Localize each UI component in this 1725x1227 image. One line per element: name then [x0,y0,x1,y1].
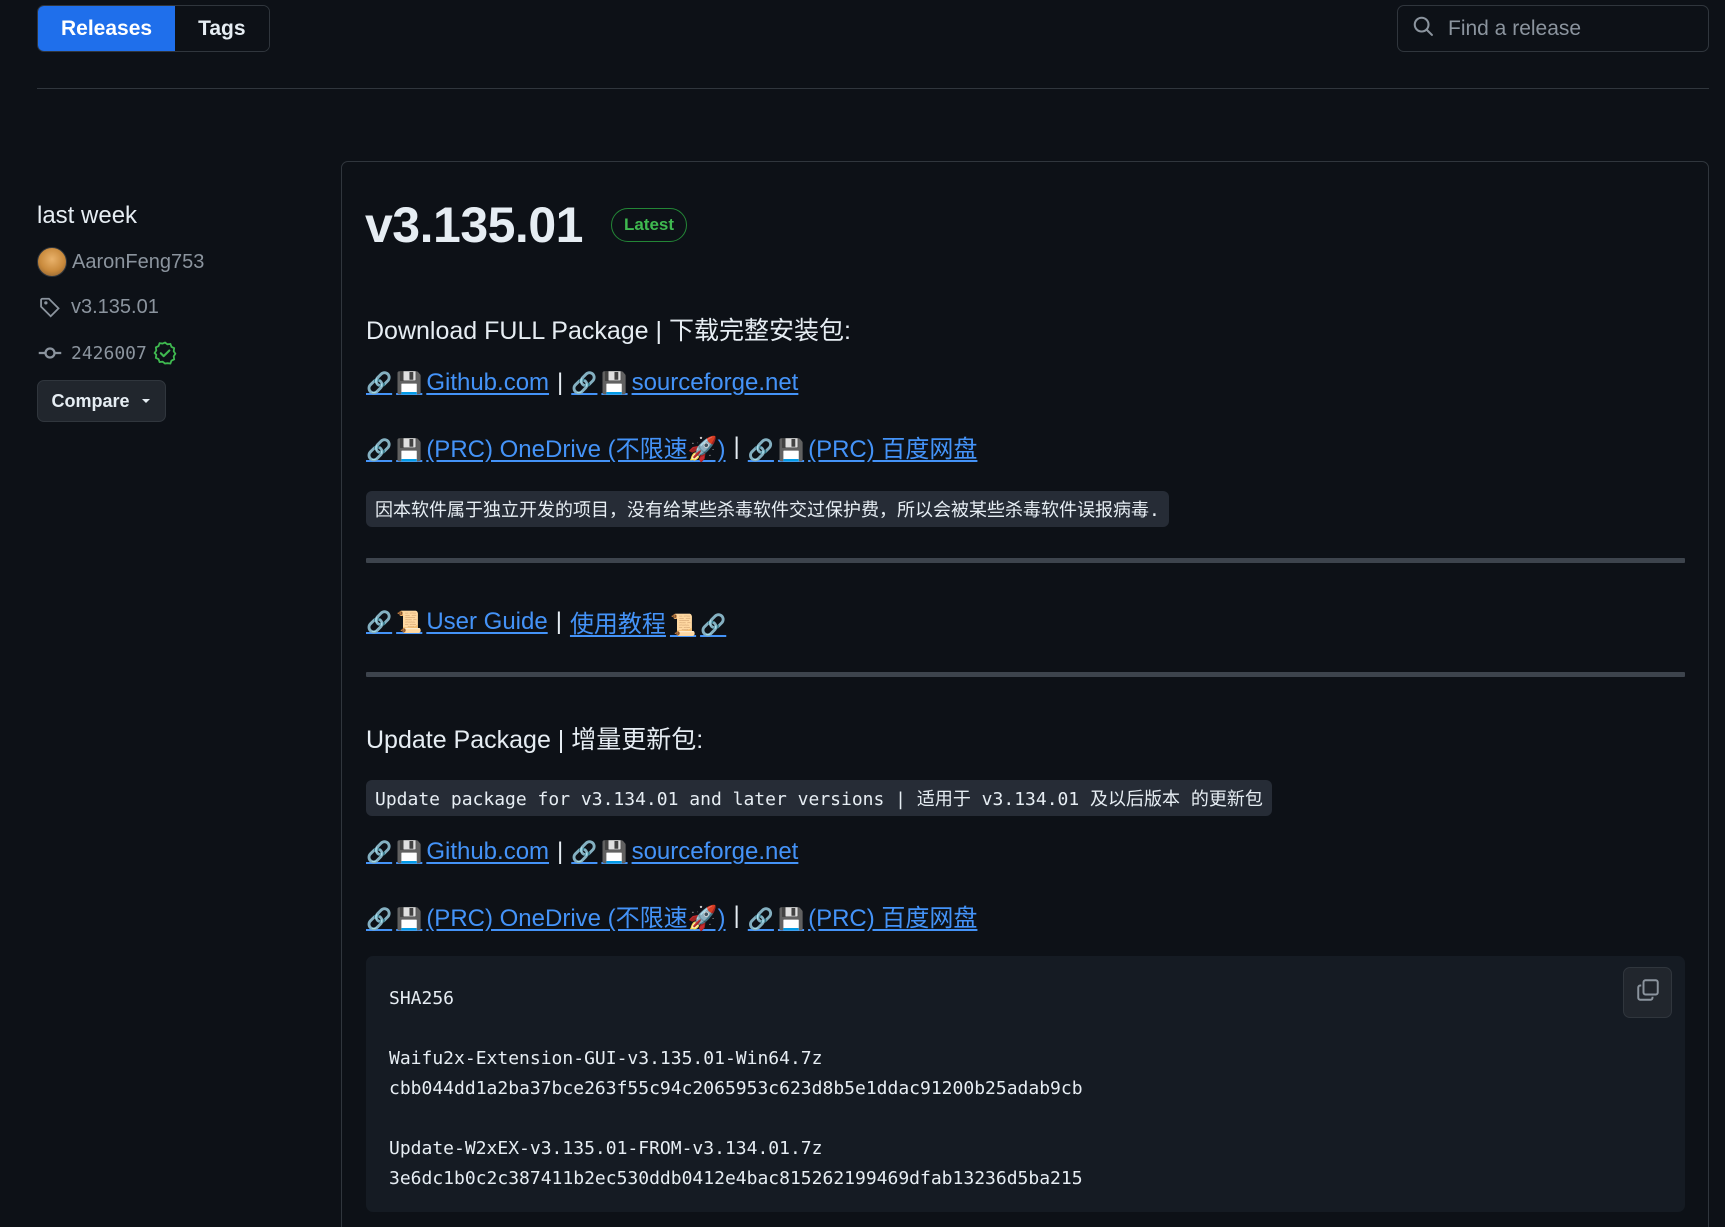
baidu-full-link[interactable]: 🔗 💾 (PRC) 百度网盘 [748,429,978,464]
tab-tags[interactable]: Tags [175,6,269,51]
copy-button[interactable] [1623,967,1672,1018]
search-icon [1412,15,1434,42]
separator: | [557,838,564,865]
floppy-disk-icon: 💾 [396,840,423,864]
author-row[interactable]: AaronFeng753 [37,247,204,277]
release-search[interactable] [1397,5,1709,52]
link-icon: 🔗 [571,371,598,395]
verified-check-icon[interactable] [153,341,177,365]
separator: | [733,901,740,929]
commit-row[interactable]: 2426007 [37,340,177,366]
tag-name[interactable]: v3.135.01 [71,296,159,319]
compare-label: Compare [51,390,130,411]
link-icon: 🔗 [366,438,393,462]
tag-icon [37,294,63,320]
link-icon: 🔗 [700,613,727,637]
link-icon: 🔗 [747,438,774,462]
tutorial-label: 使用教程 [569,611,666,638]
tag-row[interactable]: v3.135.01 [37,294,159,320]
scroll-icon: 📜 [396,609,423,634]
user-guide-link[interactable]: 🔗 📜 User Guide [366,608,548,636]
floppy-disk-icon: 💾 [777,438,805,462]
floppy-disk-icon: 💾 [777,907,805,931]
full-links-row-2: 🔗 💾 (PRC) OneDrive (不限速🚀) | 🔗 💾 (PRC) 百度网盘 [366,429,977,464]
scroll-icon: 📜 [669,613,697,637]
release-tabs: Releases Tags [37,5,270,52]
search-input[interactable] [1448,16,1688,41]
sourceforge-link-label: sourceforge.net [631,369,799,396]
sourceforge-update-link[interactable]: 🔗 💾 sourceforge.net [571,838,798,866]
link-icon: 🔗 [366,371,393,395]
commit-hash[interactable]: 2426007 [71,343,147,364]
update-package-heading: Update Package | 增量更新包: [366,726,704,754]
separator: | [555,607,562,635]
update-links-row-2: 🔗 💾 (PRC) OneDrive (不限速🚀) | 🔗 💾 (PRC) 百度网盘 [366,898,977,933]
link-icon: 🔗 [366,840,393,864]
horizontal-rule [366,558,1685,563]
latest-badge: Latest [610,208,688,242]
avatar [37,247,67,277]
update-links-row-1: 🔗 💾 Github.com | 🔗 💾 sourceforge.net [366,838,798,866]
baidu-link-label: (PRC) 百度网盘 [808,905,978,932]
github-link-label: Github.com [426,369,550,396]
onedrive-update-link[interactable]: 🔗 💾 (PRC) OneDrive (不限速🚀) [366,898,726,933]
onedrive-full-link[interactable]: 🔗 💾 (PRC) OneDrive (不限速🚀) [366,429,726,464]
onedrive-link-label: (PRC) OneDrive (不限速🚀) [426,905,726,932]
onedrive-link-label: (PRC) OneDrive (不限速🚀) [426,436,726,463]
separator: | [733,432,740,460]
github-link-label: Github.com [426,838,550,865]
baidu-link-label: (PRC) 百度网盘 [808,436,978,463]
update-note: Update package for v3.134.01 and later v… [366,780,1272,816]
copy-icon [1636,978,1660,1007]
floppy-disk-icon: 💾 [396,907,423,931]
github-full-link[interactable]: 🔗 💾 Github.com [366,369,549,397]
floppy-disk-icon: 💾 [396,371,423,395]
antivirus-note: 因本软件属于独立开发的项目，没有给某些杀毒软件交过保护费，所以会被某些杀毒软件误… [366,491,1169,527]
sourceforge-link-label: sourceforge.net [631,838,799,865]
compare-button[interactable]: Compare [37,380,166,422]
sha256-code-block[interactable]: SHA256 Waifu2x-Extension-GUI-v3.135.01-W… [366,956,1685,1212]
link-icon: 🔗 [571,840,598,864]
tab-releases[interactable]: Releases [38,6,176,51]
full-links-row-1: 🔗 💾 Github.com | 🔗 💾 sourceforge.net [366,369,798,397]
release-header: v3.135.01 Latest [365,196,688,254]
tutorial-link[interactable]: 使用教程 📜 🔗 [570,604,730,639]
commit-icon [37,340,63,366]
release-date: last week [37,202,138,229]
guide-links-row: 🔗 📜 User Guide | 使用教程 📜 🔗 [366,604,730,639]
floppy-disk-icon: 💾 [396,438,423,462]
floppy-disk-icon: 💾 [601,840,628,864]
full-package-heading: Download FULL Package | 下载完整安装包: [366,317,851,345]
floppy-disk-icon: 💾 [601,371,628,395]
baidu-update-link[interactable]: 🔗 💾 (PRC) 百度网盘 [748,898,978,933]
release-title[interactable]: v3.135.01 [365,196,583,254]
separator: | [557,369,564,396]
divider [37,88,1709,89]
user-guide-label: User Guide [426,607,548,635]
link-icon: 🔗 [366,609,393,634]
sourceforge-full-link[interactable]: 🔗 💾 sourceforge.net [571,369,798,397]
author-name[interactable]: AaronFeng753 [72,251,204,274]
github-update-link[interactable]: 🔗 💾 Github.com [366,838,549,866]
horizontal-rule [366,672,1685,677]
link-icon: 🔗 [366,907,393,931]
link-icon: 🔗 [747,907,774,931]
caret-down-icon [140,391,152,412]
